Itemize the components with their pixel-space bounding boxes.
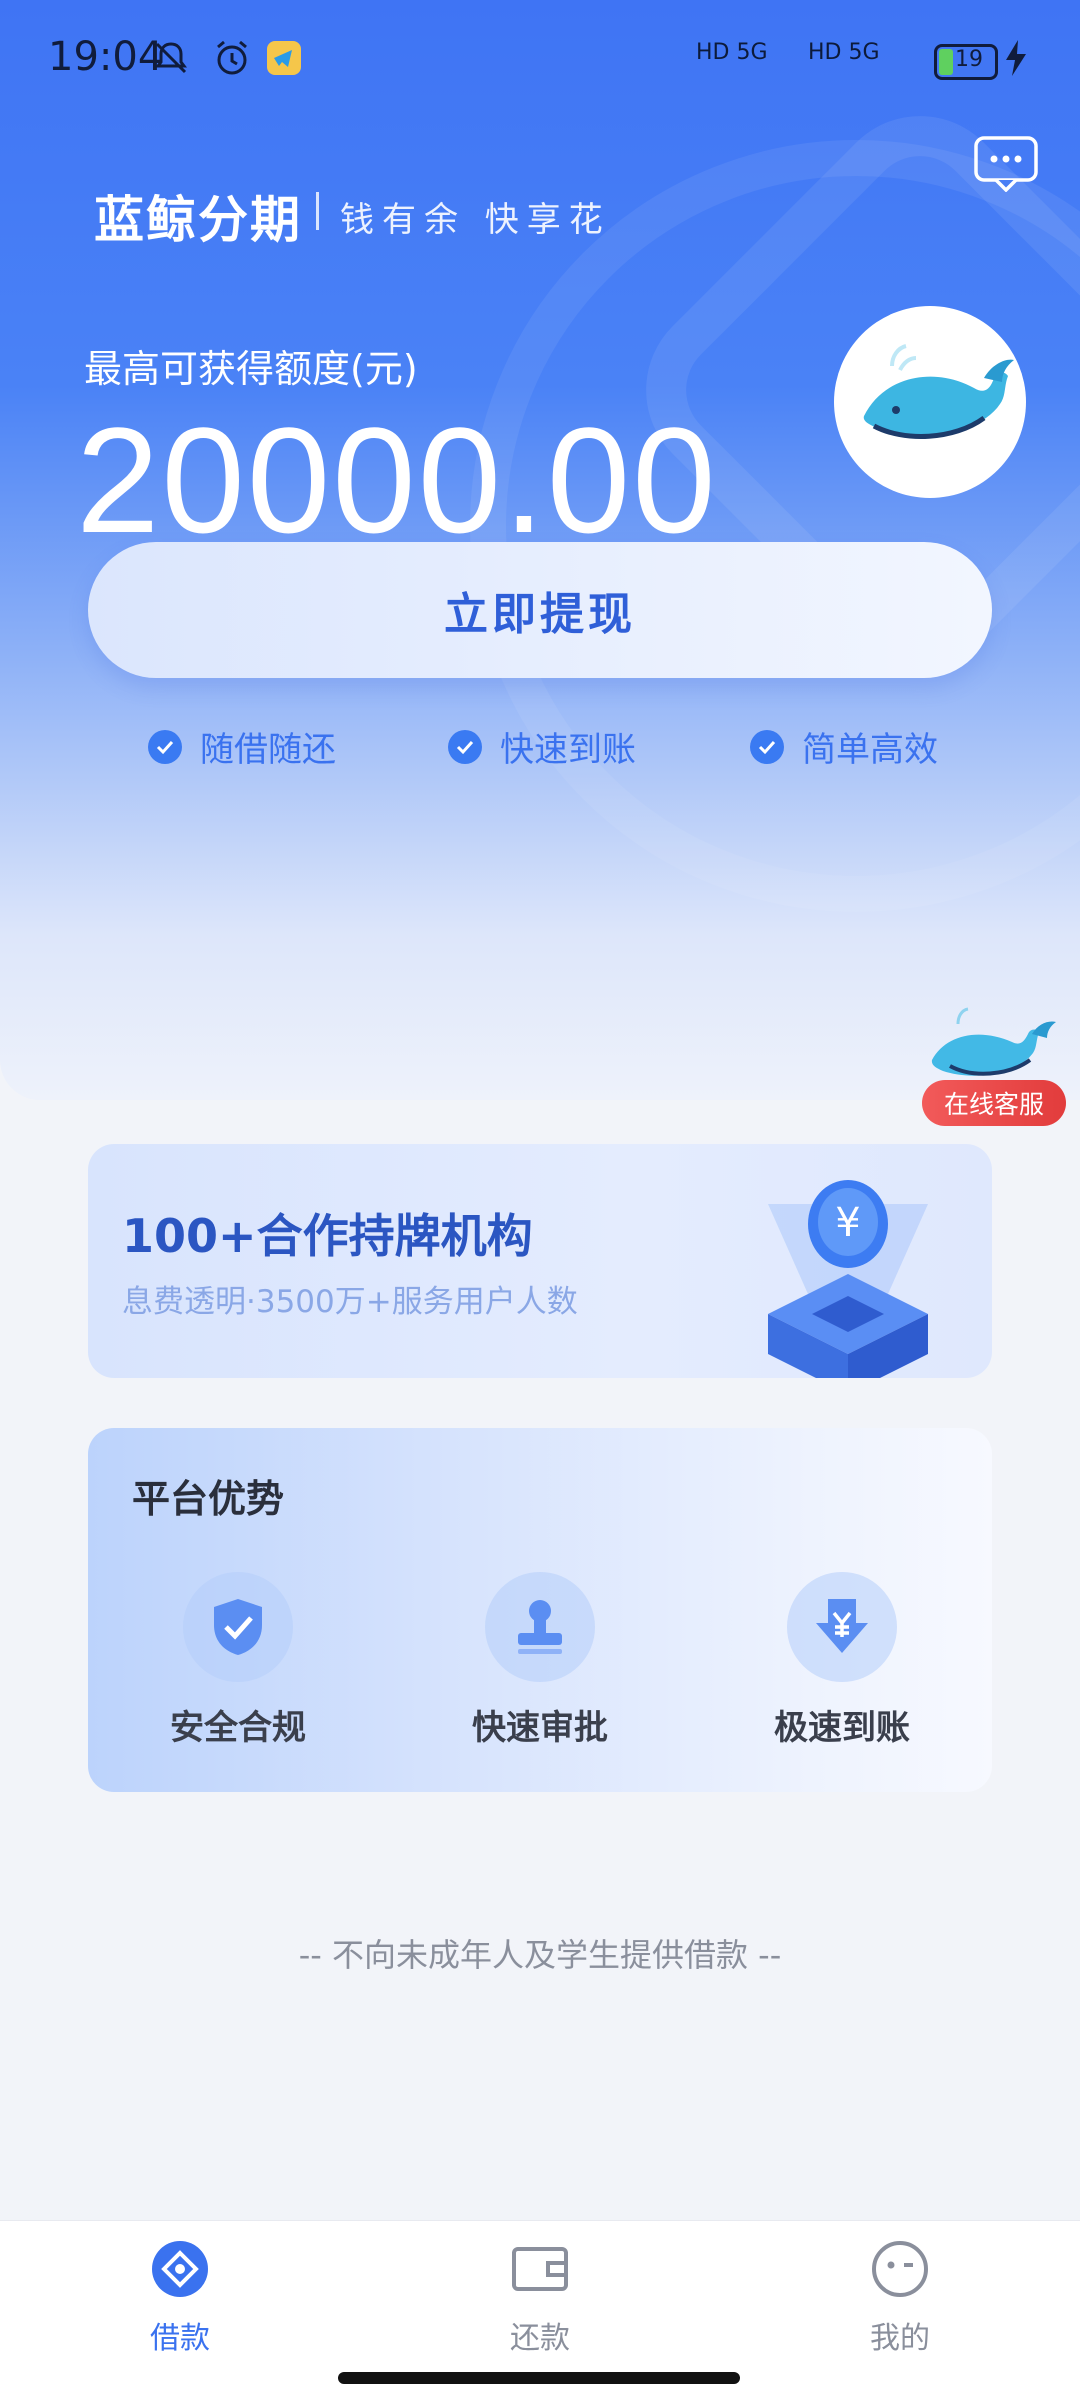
stamp-icon	[485, 1572, 595, 1682]
wallet-icon	[512, 2247, 568, 2291]
signal-2: HD 5G	[808, 40, 880, 65]
tab-label: 借款	[150, 2321, 210, 2356]
disclaimer: -- 不向未成年人及学生提供借款 --	[298, 1936, 782, 1974]
platform-advantages-card: 平台优势 安全合规 快速审批 极速到账	[88, 1428, 992, 1792]
svg-text:¥: ¥	[835, 1200, 860, 1246]
status-time: 19:04	[48, 34, 164, 80]
feature-label: 快速到账	[500, 730, 636, 770]
whale-mascot-icon	[834, 306, 1026, 498]
feature-item: 快速到账	[448, 722, 636, 771]
feature-item: 简单高效	[750, 722, 938, 771]
advantage-item: 快速审批	[420, 1572, 660, 1749]
yuan-coin-platform-icon: ¥	[768, 1180, 928, 1378]
tab-repay[interactable]: 还款	[440, 2239, 640, 2357]
feature-label: 简单高效	[802, 730, 938, 770]
feature-item: 随借随还	[148, 722, 336, 771]
advantage-label: 安全合规	[170, 1708, 306, 1748]
loan-icon	[152, 2241, 208, 2297]
advantages-title: 平台优势	[132, 1477, 285, 1521]
check-icon	[750, 729, 784, 764]
tab-label: 还款	[510, 2321, 570, 2356]
partner-title: 100+合作持牌机构	[122, 1209, 533, 1263]
partner-card[interactable]: 100+合作持牌机构 息费透明·3500万+服务用户人数 ¥	[88, 1144, 992, 1378]
brand-slogan: 钱有余 快享花	[340, 200, 611, 240]
shield-check-icon	[183, 1572, 293, 1682]
withdraw-button[interactable]: 立即提现	[88, 542, 992, 678]
signal-1: HD 5G	[696, 40, 768, 65]
quota-amount: 20000.00	[76, 396, 718, 564]
advantage-item: 极速到账	[722, 1572, 962, 1749]
battery-level: 19	[955, 47, 983, 72]
brand-divider	[316, 192, 319, 230]
advantage-item: 安全合规	[118, 1572, 358, 1749]
advantage-label: 极速到账	[774, 1708, 910, 1748]
profile-icon	[872, 2241, 928, 2297]
yuan-down-arrow-icon	[787, 1572, 897, 1682]
partner-subtitle: 息费透明·3500万+服务用户人数	[122, 1284, 578, 1320]
quota-label: 最高可获得额度(元)	[84, 347, 418, 391]
charging-icon	[1006, 40, 1026, 76]
home-indicator[interactable]	[338, 2372, 740, 2384]
mute-icon	[155, 42, 187, 74]
alarm-icon	[217, 40, 247, 75]
check-icon	[148, 729, 182, 764]
battery-icon: 19	[934, 44, 998, 80]
message-button[interactable]	[974, 136, 1038, 192]
customer-service-button[interactable]: 在线客服	[922, 1080, 1066, 1126]
advantage-label: 快速审批	[472, 1708, 608, 1748]
brand-name: 蓝鲸分期	[94, 191, 302, 249]
tab-loan[interactable]: 借款	[80, 2239, 280, 2357]
status-bar: 19:04 HD 5G HD 5G 19	[0, 0, 1080, 120]
tab-mine[interactable]: 我的	[800, 2239, 1000, 2357]
feature-label: 随借随还	[200, 730, 336, 770]
tab-label: 我的	[870, 2321, 930, 2356]
feature-list: 随借随还 快速到账 简单高效	[0, 722, 1080, 772]
telegram-icon	[267, 41, 301, 75]
check-icon	[448, 729, 482, 764]
